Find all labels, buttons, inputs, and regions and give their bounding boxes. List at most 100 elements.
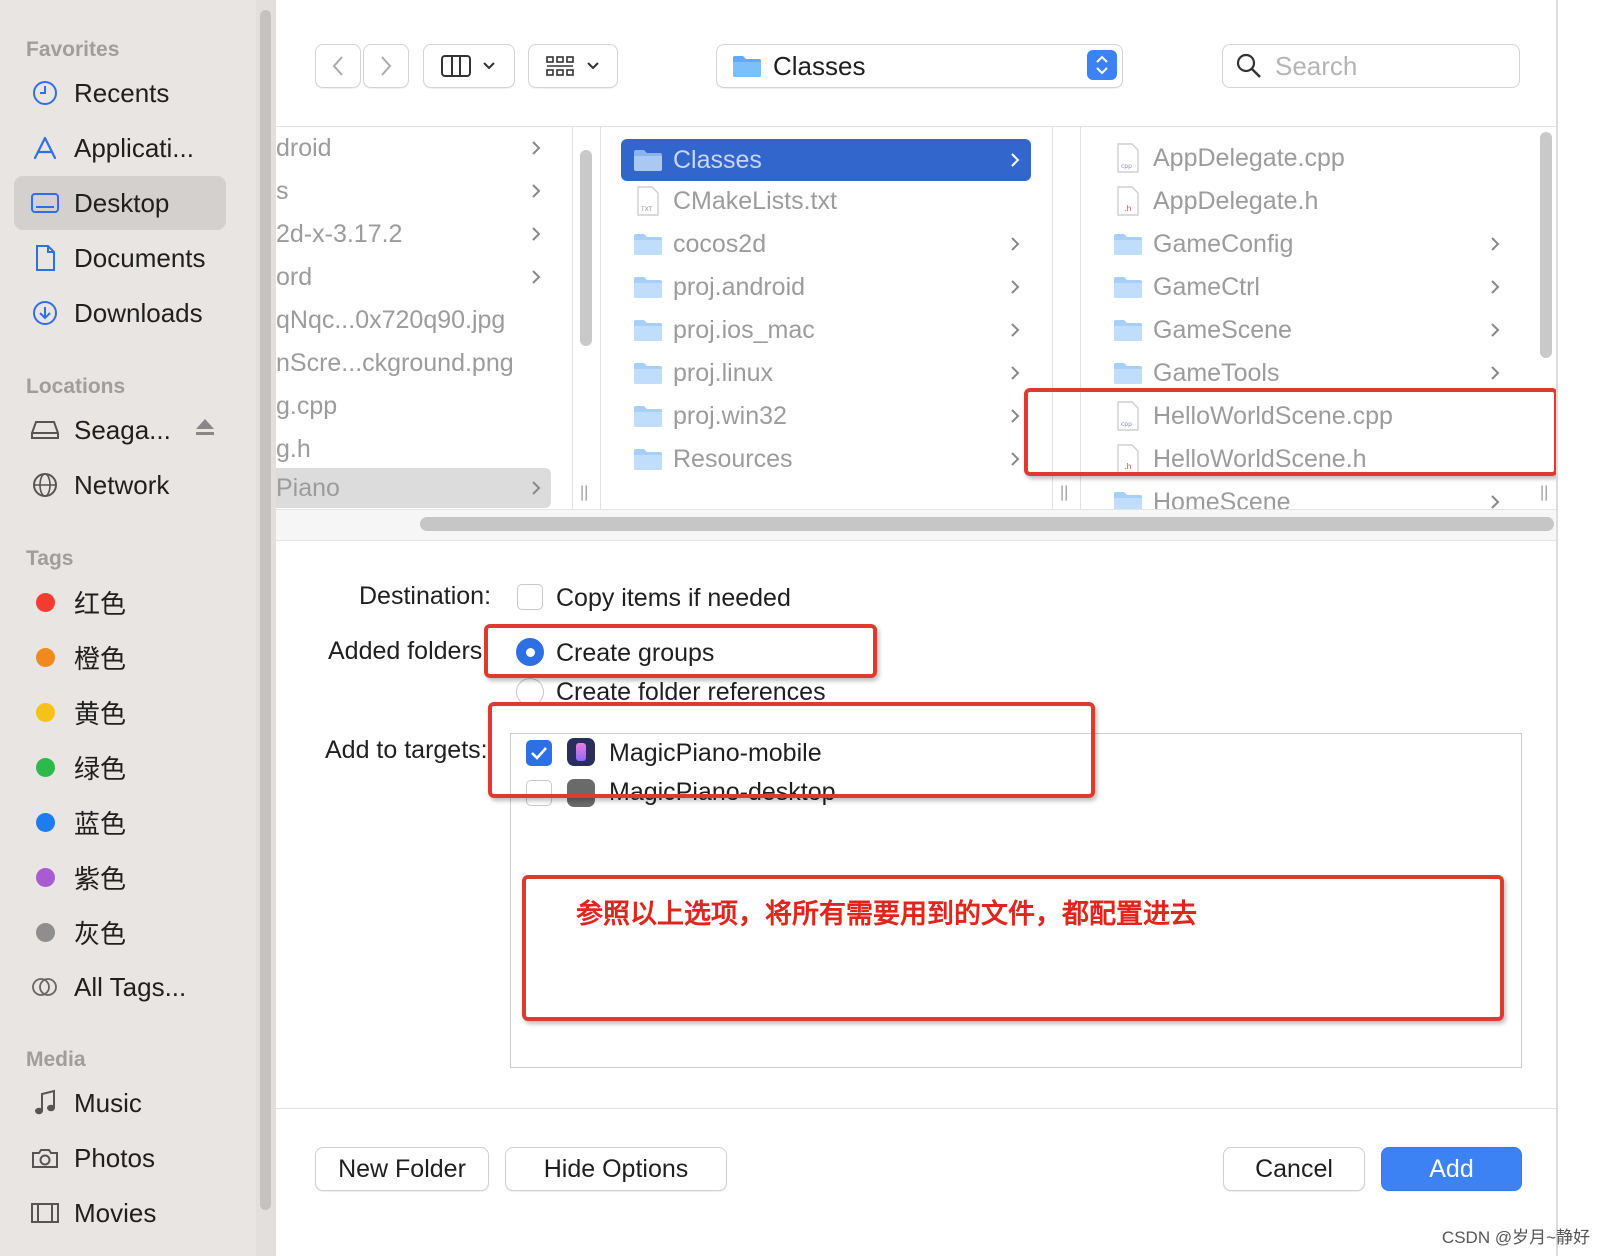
sidebar-item-recents[interactable]: Recents [14,66,226,120]
browser-column-2: Classes TXT CMakeLists.txt cocos2d proj.… [601,127,1052,509]
sidebar-item-label: Desktop [74,187,170,218]
chevron-right-icon [1011,366,1020,380]
list-item[interactable]: proj.win32 [633,395,1031,437]
sidebar-tag-blue[interactable]: 蓝色 [14,795,226,849]
sidebar-tag-yellow[interactable]: 黄色 [14,685,226,739]
item-label: ord [276,262,313,291]
view-mode-button[interactable] [423,44,515,88]
item-label: proj.linux [673,358,774,387]
path-popup-label: Classes [773,50,866,81]
sidebar-item-documents[interactable]: Documents [14,231,226,285]
column-1-scroll-thumb[interactable] [580,150,592,346]
list-item[interactable]: proj.ios_mac [633,309,1031,351]
column-resize-handle[interactable]: || [580,484,588,502]
sidebar-item-label: Music [74,1087,142,1118]
horizontal-scroll-thumb[interactable] [420,517,1554,531]
annotation-box-targets [488,702,1095,798]
list-item[interactable]: cocos2d [633,223,1031,265]
list-item[interactable]: GameConfig [1113,223,1513,265]
group-button[interactable] [528,44,618,88]
sidebar-item-label: 橙色 [74,643,127,674]
sidebar-tag-red[interactable]: 红色 [14,575,226,629]
sidebar-item-music[interactable]: Music [14,1076,226,1130]
list-item-selected[interactable]: Piano [276,468,551,508]
list-item[interactable]: s [276,170,552,212]
list-item[interactable]: g.h [276,428,552,470]
sidebar-scroll-thumb[interactable] [260,10,271,1210]
new-folder-button[interactable]: New Folder [315,1147,489,1191]
popup-stepper-icon [1087,50,1117,80]
chevron-right-icon [381,56,392,76]
item-label: GameCtrl [1153,272,1260,301]
list-item[interactable]: 2d-x-3.17.2 [276,213,552,255]
sidebar-item-downloads[interactable]: Downloads [14,286,226,340]
chevron-right-icon [1491,237,1500,251]
chevron-right-icon [532,270,541,284]
chevron-left-icon [332,56,343,76]
locations-title: Locations [26,375,126,398]
cancel-button[interactable]: Cancel [1223,1147,1365,1191]
item-label: GameConfig [1153,229,1294,258]
folder-icon [1113,318,1143,342]
list-item[interactable]: proj.linux [633,352,1031,394]
chevron-right-icon [1491,495,1500,509]
list-item[interactable]: GameCtrl [1113,266,1513,308]
list-item[interactable]: droid [276,127,552,169]
sidebar-tag-gray[interactable]: 灰色 [14,905,226,959]
chevron-down-icon [587,62,599,70]
search-input[interactable]: Search [1275,51,1357,82]
copy-items-label[interactable]: Copy items if needed [556,584,791,613]
hide-options-button[interactable]: Hide Options [505,1147,727,1191]
sidebar-item-photos[interactable]: Photos [14,1131,226,1185]
item-label: Classes [673,145,762,174]
sidebar-tag-purple[interactable]: 紫色 [14,850,226,904]
sidebar-item-movies[interactable]: Movies [14,1186,226,1240]
folder-icon [633,361,663,385]
sidebar-all-tags[interactable]: All Tags... [14,960,226,1014]
sidebar-item-applications[interactable]: Applicati... [14,121,226,175]
item-label: g.cpp [276,391,338,420]
list-item[interactable]: HomeScene [1113,481,1513,509]
back-button[interactable] [315,44,361,88]
forward-button[interactable] [363,44,409,88]
sidebar-tag-orange[interactable]: 橙色 [14,630,226,684]
list-item-selected[interactable]: Classes [621,139,1031,181]
list-item[interactable]: cpp AppDelegate.cpp [1113,137,1513,179]
list-item[interactable]: qNqc...0x720q90.jpg [276,299,552,341]
column-3-scroll-thumb[interactable] [1540,132,1552,358]
svg-text:cpp: cpp [1121,163,1132,170]
folder-icon [633,318,663,342]
search-field[interactable]: Search [1222,44,1520,88]
list-item[interactable]: g.cpp [276,385,552,427]
list-item[interactable]: ord [276,256,552,298]
list-item[interactable]: GameScene [1113,309,1513,351]
path-popup[interactable]: Classes [716,44,1123,88]
item-label: qNqc...0x720q90.jpg [276,305,506,334]
list-item[interactable]: proj.android [633,266,1031,308]
sidebar-item-seagate[interactable]: Seaga... [14,403,226,457]
sidebar-item-label: Movies [74,1197,157,1228]
chevron-right-icon [532,141,541,155]
folder-icon [1113,490,1143,509]
list-item[interactable]: TXT CMakeLists.txt [633,180,1031,222]
svg-text:TXT: TXT [640,206,653,213]
all-tags-icon [28,977,62,997]
column-resize-handle[interactable]: || [1540,484,1548,502]
sidebar-item-desktop[interactable]: Desktop [14,176,226,230]
sidebar-item-network[interactable]: Network [14,458,226,512]
list-item[interactable]: .h AppDelegate.h [1113,180,1513,222]
film-icon [28,1201,62,1225]
eject-icon[interactable] [194,417,216,442]
item-label: g.h [276,434,311,463]
camera-icon [28,1146,62,1170]
copy-items-checkbox[interactable] [517,584,543,610]
sidebar-item-label: Photos [74,1142,155,1173]
sidebar-item-label: Recents [74,77,170,108]
sidebar-tag-green[interactable]: 绿色 [14,740,226,794]
sidebar-item-label: 绿色 [74,753,127,784]
list-item[interactable]: Resources [633,438,1031,480]
column-resize-handle[interactable]: || [1060,484,1068,502]
list-item[interactable]: nScre...ckground.png [276,342,552,384]
drive-icon [28,419,62,441]
add-button[interactable]: Add [1381,1147,1522,1191]
